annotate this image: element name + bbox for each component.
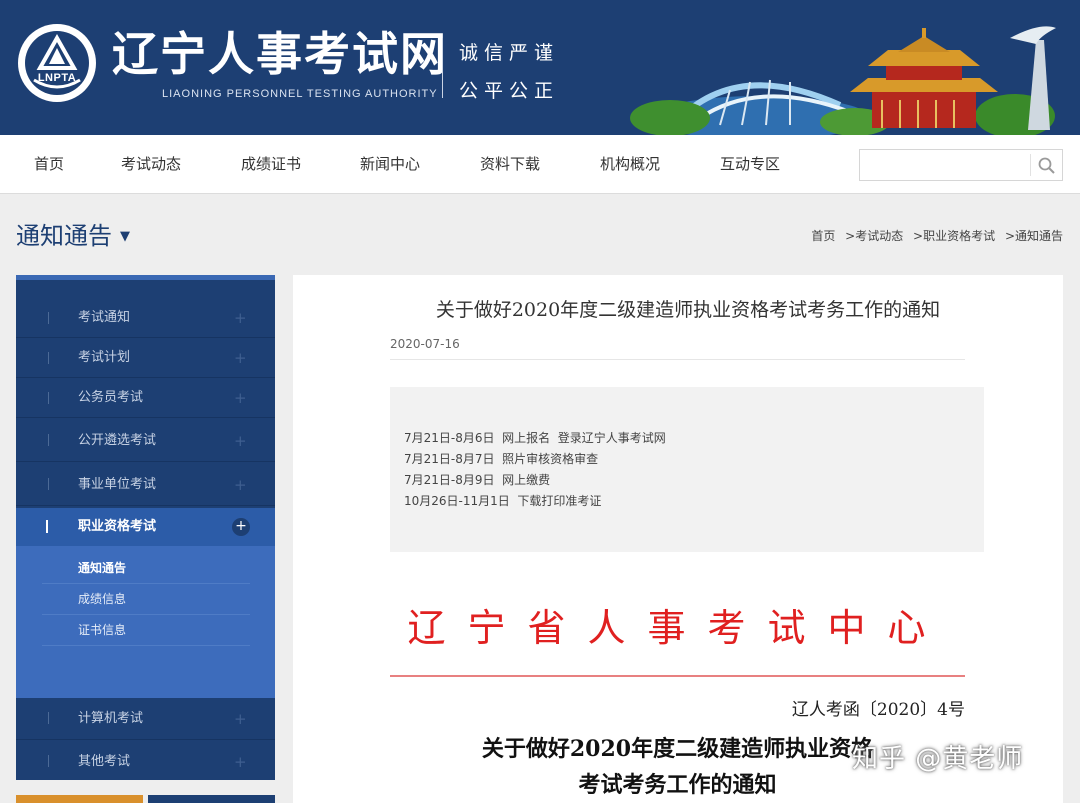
sidebar-bar <box>48 392 49 404</box>
sidebar-subitem-notices[interactable]: 通知通告 <box>42 553 250 584</box>
sidebar-bar <box>48 755 49 767</box>
sidebar-item-label: 公务员考试 <box>78 390 144 405</box>
sidebar-item-computer-exam[interactable]: 计算机考试 + <box>16 698 275 740</box>
plus-icon: + <box>234 432 247 450</box>
sidebar-bar <box>48 312 49 324</box>
sidebar-bar <box>48 478 49 490</box>
breadcrumb-professional-exam[interactable]: >职业资格考试 <box>913 229 995 243</box>
section-title: 通知通告 ▼ <box>16 216 130 251</box>
sidebar-subitem-label: 成绩信息 <box>78 592 127 606</box>
sidebar-item-professional-qualification-exam[interactable]: 职业资格考试 + <box>16 508 275 546</box>
summary-line: 10月26日-11月1日 下载打印准考证 <box>404 494 602 508</box>
summary-line: 7月21日-8月9日 网上缴费 <box>404 473 551 487</box>
sidebar-subitem-label: 通知通告 <box>78 561 127 575</box>
nav-item-news-center[interactable]: 新闻中心 <box>360 135 420 194</box>
sidebar-item-exam-notices[interactable]: 考试通知 + <box>16 298 275 338</box>
sidebar-bar <box>48 434 49 446</box>
search-icon <box>1038 157 1055 174</box>
plus-icon: + <box>234 389 247 407</box>
breadcrumb-notices[interactable]: >通知通告 <box>1005 229 1063 243</box>
sidebar-subpanel: 通知通告 成绩信息 证书信息 <box>16 546 275 698</box>
site-header: LNPTA 辽宁人事考试网 LIAONING PERSONNEL TESTING… <box>0 0 1080 135</box>
sidebar-item-label: 职业资格考试 <box>78 519 157 534</box>
breadcrumb-home[interactable]: 首页 <box>811 229 835 243</box>
sidebar-item-label: 事业单位考试 <box>78 477 157 492</box>
sidebar-subitem-score-info[interactable]: 成绩信息 <box>42 584 250 615</box>
sidebar-item-civil-service-exam[interactable]: 公务员考试 + <box>16 378 275 418</box>
article-divider <box>390 359 965 360</box>
caret-down-icon[interactable]: ▼ <box>120 229 130 244</box>
sidebar-bar <box>48 712 49 724</box>
slogan-line-2: 公平公正 <box>459 80 560 102</box>
sidebar-bar <box>48 352 49 364</box>
watermark-text: 知乎 @黄老师 <box>852 744 1024 774</box>
sidebar-item-public-institution-exam[interactable]: 事业单位考试 + <box>16 464 275 506</box>
article-panel: 关于做好2020年度二级建造师执业资格考试考务工作的通知 2020-07-16 … <box>293 275 1063 803</box>
sidebar-item-public-selection-exam[interactable]: 公开遴选考试 + <box>16 420 275 462</box>
sidebar-bottom-tab-orange[interactable] <box>16 795 143 803</box>
logo-abbreviation: LNPTA <box>37 72 77 84</box>
sidebar: 考试通知 + 考试计划 + 公务员考试 + 公开遴选考试 + 事业单位考试 + … <box>16 275 275 780</box>
breadcrumb-exam-news[interactable]: >考试动态 <box>845 229 903 243</box>
sidebar-subitem-certificate-info[interactable]: 证书信息 <box>42 615 250 646</box>
search-box <box>859 149 1063 181</box>
sidebar-bottom-tab-blue[interactable] <box>148 795 275 803</box>
sidebar-item-label: 公开遴选考试 <box>78 433 157 448</box>
sidebar-item-label: 计算机考试 <box>78 711 144 726</box>
sidebar-item-label: 其他考试 <box>78 754 131 769</box>
breadcrumb: 首页 >考试动态 >职业资格考试 >通知通告 <box>805 227 1063 244</box>
article-title: 关于做好2020年度二级建造师执业资格考试考务工作的通知 <box>435 299 941 321</box>
document-red-line <box>390 675 965 677</box>
plus-icon: + <box>234 349 247 367</box>
header-divider <box>442 38 443 98</box>
sidebar-item-label: 考试通知 <box>78 310 131 325</box>
sidebar-item-exam-plan[interactable]: 考试计划 + <box>16 338 275 378</box>
search-input[interactable] <box>860 150 1028 180</box>
main-nav: 首页 考试动态 成绩证书 新闻中心 资料下载 机构概况 互动专区 <box>0 135 1080 194</box>
sidebar-item-other-exams[interactable]: 其他考试 + <box>16 741 275 783</box>
site-logo[interactable]: LNPTA <box>18 24 96 102</box>
summary-line: 7月21日-8月6日 网上报名 登录辽宁人事考试网 <box>404 431 666 445</box>
logo-emblem-icon <box>33 33 81 89</box>
document-issuer-heading: 辽宁省人事考试中心 <box>407 606 948 650</box>
header-landmark-illustration <box>630 26 1056 135</box>
sidebar-subitem-label: 证书信息 <box>78 623 127 637</box>
slogan-line-1: 诚信严谨 <box>459 42 560 64</box>
nav-item-interactive[interactable]: 互动专区 <box>720 135 780 194</box>
plus-icon: + <box>234 309 247 327</box>
plus-icon: + <box>234 753 247 771</box>
plus-circle-icon[interactable]: + <box>232 518 250 536</box>
article-summary-box: 7月21日-8月6日 网上报名 登录辽宁人事考试网 7月21日-8月7日 照片审… <box>390 387 984 552</box>
nav-item-organization[interactable]: 机构概况 <box>600 135 660 194</box>
plus-icon: + <box>234 710 247 728</box>
article-date: 2020-07-16 <box>390 337 460 351</box>
nav-item-home[interactable]: 首页 <box>34 135 64 194</box>
search-button[interactable] <box>1030 154 1060 176</box>
nav-item-exam-news[interactable]: 考试动态 <box>121 135 181 194</box>
summary-line: 7月21日-8月7日 照片审核资格审查 <box>404 452 599 466</box>
section-title-text: 通知通告 <box>16 222 112 250</box>
nav-item-downloads[interactable]: 资料下载 <box>480 135 540 194</box>
sidebar-active-bar <box>46 520 48 533</box>
document-number: 辽人考函〔2020〕4号 <box>791 700 965 720</box>
site-subtitle: LIAONING PERSONNEL TESTING AUTHORITY <box>162 88 438 100</box>
plus-icon: + <box>234 476 247 494</box>
nav-item-scores-certificates[interactable]: 成绩证书 <box>241 135 301 194</box>
site-title: 辽宁人事考试网 <box>112 27 448 81</box>
sidebar-item-label: 考试计划 <box>78 350 131 365</box>
